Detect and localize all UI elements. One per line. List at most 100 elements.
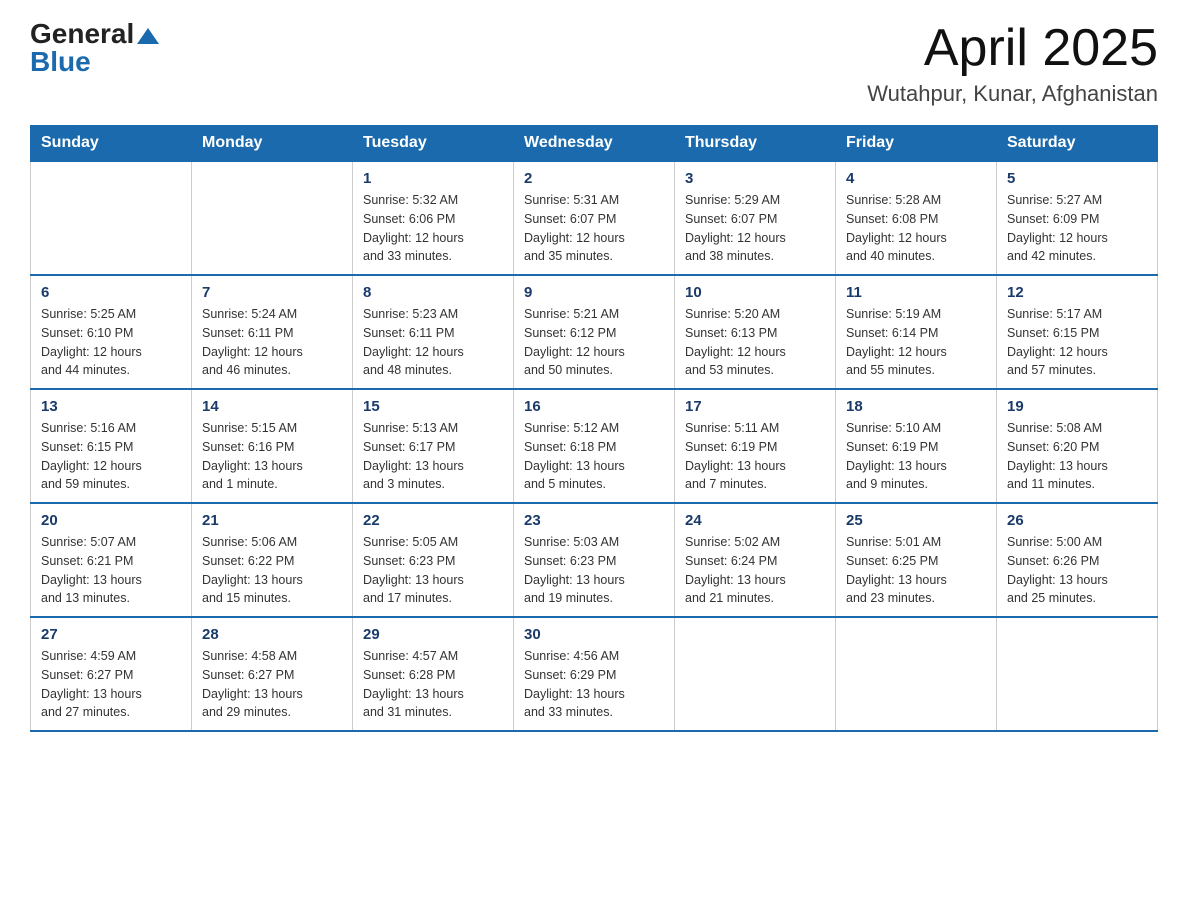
calendar-cell: 12 Sunrise: 5:17 AM Sunset: 6:15 PM Dayli…: [997, 275, 1158, 389]
calendar-table: SundayMondayTuesdayWednesdayThursdayFrid…: [30, 125, 1158, 732]
day-number: 22: [363, 512, 503, 529]
day-number: 18: [846, 398, 986, 415]
calendar-cell: 3 Sunrise: 5:29 AM Sunset: 6:07 PM Daylig…: [675, 161, 836, 275]
calendar-cell: [192, 161, 353, 275]
calendar-cell: 20 Sunrise: 5:07 AM Sunset: 6:21 PM Dayli…: [31, 503, 192, 617]
day-info: Sunrise: 5:17 AM Sunset: 6:15 PM Dayligh…: [1007, 305, 1147, 380]
day-number: 15: [363, 398, 503, 415]
calendar-cell: 10 Sunrise: 5:20 AM Sunset: 6:13 PM Dayli…: [675, 275, 836, 389]
calendar-weekday-tuesday: Tuesday: [353, 126, 514, 162]
day-info: Sunrise: 5:11 AM Sunset: 6:19 PM Dayligh…: [685, 419, 825, 494]
calendar-cell: 28 Sunrise: 4:58 AM Sunset: 6:27 PM Dayli…: [192, 617, 353, 731]
day-info: Sunrise: 5:02 AM Sunset: 6:24 PM Dayligh…: [685, 533, 825, 608]
day-number: 6: [41, 284, 181, 301]
day-info: Sunrise: 5:24 AM Sunset: 6:11 PM Dayligh…: [202, 305, 342, 380]
logo-triangle-icon: [137, 26, 159, 44]
calendar-weekday-friday: Friday: [836, 126, 997, 162]
day-info: Sunrise: 5:12 AM Sunset: 6:18 PM Dayligh…: [524, 419, 664, 494]
calendar-cell: 23 Sunrise: 5:03 AM Sunset: 6:23 PM Dayli…: [514, 503, 675, 617]
calendar-cell: [31, 161, 192, 275]
calendar-cell: [836, 617, 997, 731]
day-number: 16: [524, 398, 664, 415]
logo-blue: Blue: [30, 48, 91, 76]
day-info: Sunrise: 5:25 AM Sunset: 6:10 PM Dayligh…: [41, 305, 181, 380]
logo: General Blue: [30, 20, 159, 76]
day-number: 20: [41, 512, 181, 529]
calendar-weekday-monday: Monday: [192, 126, 353, 162]
day-number: 10: [685, 284, 825, 301]
calendar-cell: 18 Sunrise: 5:10 AM Sunset: 6:19 PM Dayli…: [836, 389, 997, 503]
calendar-cell: 11Sunrise: 5:19 AM Sunset: 6:14 PM Dayli…: [836, 275, 997, 389]
day-number: 24: [685, 512, 825, 529]
calendar-cell: 15 Sunrise: 5:13 AM Sunset: 6:17 PM Dayli…: [353, 389, 514, 503]
calendar-cell: [675, 617, 836, 731]
day-number: 3: [685, 170, 825, 187]
calendar-cell: 24 Sunrise: 5:02 AM Sunset: 6:24 PM Dayli…: [675, 503, 836, 617]
calendar-cell: 29Sunrise: 4:57 AM Sunset: 6:28 PM Dayli…: [353, 617, 514, 731]
calendar-week-row: 13Sunrise: 5:16 AM Sunset: 6:15 PM Dayli…: [31, 389, 1158, 503]
calendar-cell: 27Sunrise: 4:59 AM Sunset: 6:27 PM Dayli…: [31, 617, 192, 731]
day-info: Sunrise: 5:06 AM Sunset: 6:22 PM Dayligh…: [202, 533, 342, 608]
day-info: Sunrise: 5:23 AM Sunset: 6:11 PM Dayligh…: [363, 305, 503, 380]
calendar-cell: 6 Sunrise: 5:25 AM Sunset: 6:10 PM Daylig…: [31, 275, 192, 389]
calendar-cell: 25 Sunrise: 5:01 AM Sunset: 6:25 PM Dayli…: [836, 503, 997, 617]
calendar-cell: 2Sunrise: 5:31 AM Sunset: 6:07 PM Daylig…: [514, 161, 675, 275]
calendar-cell: [997, 617, 1158, 731]
calendar-cell: 16 Sunrise: 5:12 AM Sunset: 6:18 PM Dayli…: [514, 389, 675, 503]
day-info: Sunrise: 5:27 AM Sunset: 6:09 PM Dayligh…: [1007, 191, 1147, 266]
calendar-cell: 13Sunrise: 5:16 AM Sunset: 6:15 PM Dayli…: [31, 389, 192, 503]
day-number: 9: [524, 284, 664, 301]
day-info: Sunrise: 5:00 AM Sunset: 6:26 PM Dayligh…: [1007, 533, 1147, 608]
logo-general: General: [30, 20, 134, 48]
day-info: Sunrise: 5:07 AM Sunset: 6:21 PM Dayligh…: [41, 533, 181, 608]
day-info: Sunrise: 5:10 AM Sunset: 6:19 PM Dayligh…: [846, 419, 986, 494]
day-info: Sunrise: 5:19 AM Sunset: 6:14 PM Dayligh…: [846, 305, 986, 380]
day-number: 4: [846, 170, 986, 187]
day-number: 14: [202, 398, 342, 415]
calendar-weekday-wednesday: Wednesday: [514, 126, 675, 162]
calendar-cell: 7 Sunrise: 5:24 AM Sunset: 6:11 PM Daylig…: [192, 275, 353, 389]
day-info: Sunrise: 5:01 AM Sunset: 6:25 PM Dayligh…: [846, 533, 986, 608]
day-info: Sunrise: 5:08 AM Sunset: 6:20 PM Dayligh…: [1007, 419, 1147, 494]
calendar-cell: 19Sunrise: 5:08 AM Sunset: 6:20 PM Dayli…: [997, 389, 1158, 503]
day-info: Sunrise: 5:05 AM Sunset: 6:23 PM Dayligh…: [363, 533, 503, 608]
page-header: General Blue April 2025 Wutahpur, Kunar,…: [30, 20, 1158, 107]
calendar-weekday-saturday: Saturday: [997, 126, 1158, 162]
calendar-cell: 5 Sunrise: 5:27 AM Sunset: 6:09 PM Daylig…: [997, 161, 1158, 275]
day-number: 12: [1007, 284, 1147, 301]
calendar-cell: 4Sunrise: 5:28 AM Sunset: 6:08 PM Daylig…: [836, 161, 997, 275]
day-number: 28: [202, 626, 342, 643]
day-info: Sunrise: 5:21 AM Sunset: 6:12 PM Dayligh…: [524, 305, 664, 380]
day-number: 25: [846, 512, 986, 529]
day-number: 8: [363, 284, 503, 301]
day-info: Sunrise: 4:56 AM Sunset: 6:29 PM Dayligh…: [524, 647, 664, 722]
day-number: 21: [202, 512, 342, 529]
day-info: Sunrise: 5:32 AM Sunset: 6:06 PM Dayligh…: [363, 191, 503, 266]
calendar-cell: 21 Sunrise: 5:06 AM Sunset: 6:22 PM Dayli…: [192, 503, 353, 617]
day-number: 29: [363, 626, 503, 643]
day-info: Sunrise: 5:29 AM Sunset: 6:07 PM Dayligh…: [685, 191, 825, 266]
day-number: 30: [524, 626, 664, 643]
day-number: 7: [202, 284, 342, 301]
day-number: 17: [685, 398, 825, 415]
calendar-weekday-sunday: Sunday: [31, 126, 192, 162]
day-info: Sunrise: 5:15 AM Sunset: 6:16 PM Dayligh…: [202, 419, 342, 494]
calendar-week-row: 20 Sunrise: 5:07 AM Sunset: 6:21 PM Dayli…: [31, 503, 1158, 617]
day-number: 1: [363, 170, 503, 187]
title-block: April 2025 Wutahpur, Kunar, Afghanistan: [867, 20, 1158, 107]
day-info: Sunrise: 5:03 AM Sunset: 6:23 PM Dayligh…: [524, 533, 664, 608]
calendar-cell: 9 Sunrise: 5:21 AM Sunset: 6:12 PM Daylig…: [514, 275, 675, 389]
day-info: Sunrise: 4:59 AM Sunset: 6:27 PM Dayligh…: [41, 647, 181, 722]
calendar-location: Wutahpur, Kunar, Afghanistan: [867, 81, 1158, 107]
day-info: Sunrise: 5:20 AM Sunset: 6:13 PM Dayligh…: [685, 305, 825, 380]
day-info: Sunrise: 4:58 AM Sunset: 6:27 PM Dayligh…: [202, 647, 342, 722]
day-number: 5: [1007, 170, 1147, 187]
day-info: Sunrise: 5:13 AM Sunset: 6:17 PM Dayligh…: [363, 419, 503, 494]
calendar-cell: 17 Sunrise: 5:11 AM Sunset: 6:19 PM Dayli…: [675, 389, 836, 503]
calendar-cell: 22 Sunrise: 5:05 AM Sunset: 6:23 PM Dayli…: [353, 503, 514, 617]
calendar-week-row: 27Sunrise: 4:59 AM Sunset: 6:27 PM Dayli…: [31, 617, 1158, 731]
calendar-cell: 26Sunrise: 5:00 AM Sunset: 6:26 PM Dayli…: [997, 503, 1158, 617]
day-info: Sunrise: 5:16 AM Sunset: 6:15 PM Dayligh…: [41, 419, 181, 494]
day-number: 23: [524, 512, 664, 529]
calendar-cell: 14 Sunrise: 5:15 AM Sunset: 6:16 PM Dayli…: [192, 389, 353, 503]
